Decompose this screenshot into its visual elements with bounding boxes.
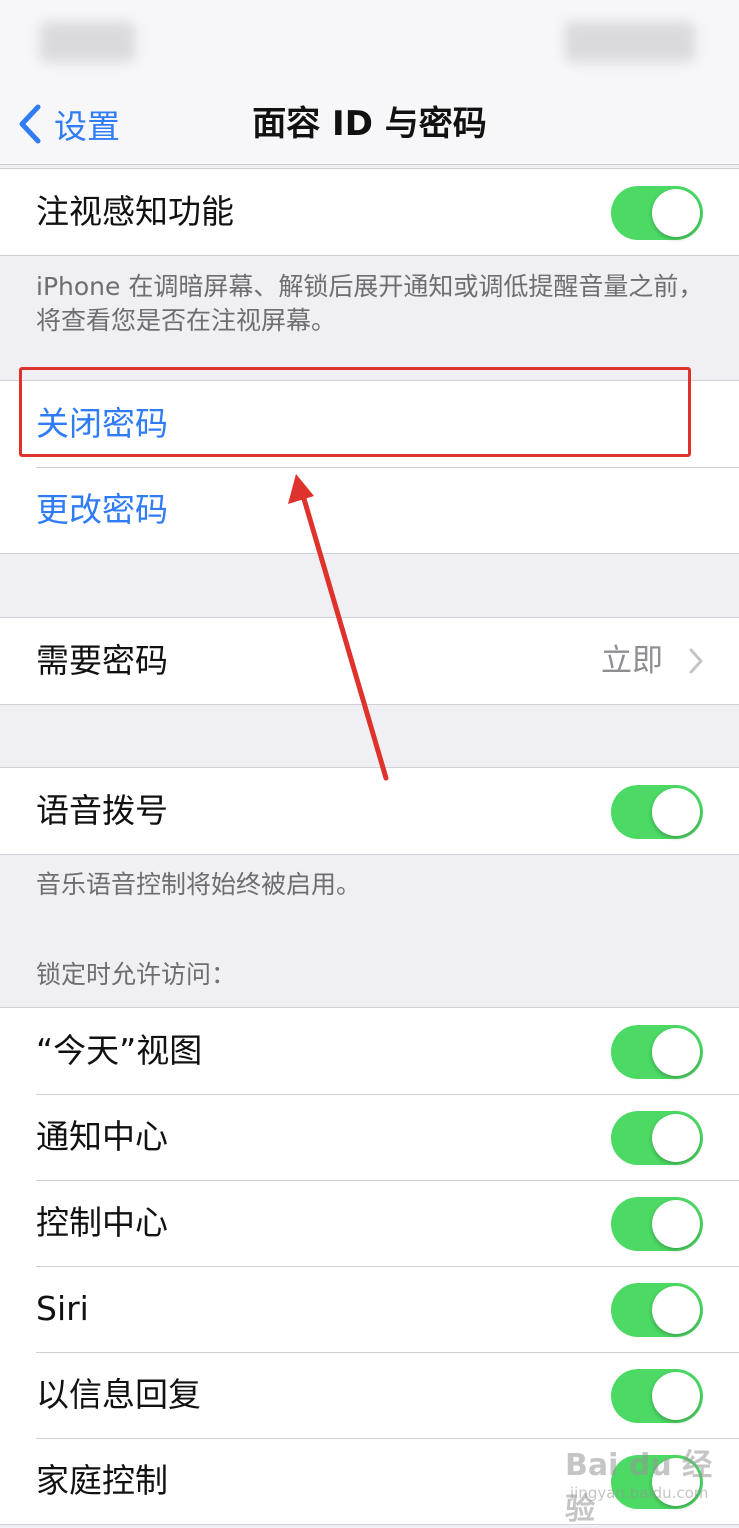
change-passcode-link[interactable]: 更改密码 — [36, 467, 168, 553]
status-bar — [0, 0, 739, 82]
voice-dial-group: 语音拨号 — [0, 767, 739, 855]
control-center-toggle[interactable] — [611, 1197, 703, 1251]
attention-aware-row: 注视感知功能 — [0, 169, 739, 255]
voice-dial-row: 语音拨号 — [0, 768, 739, 854]
voice-dial-toggle[interactable] — [611, 785, 703, 839]
require-passcode-group: 需要密码 立即 — [0, 617, 739, 705]
chevron-right-icon — [689, 648, 703, 674]
annotation-highlight-box — [19, 367, 691, 457]
navigation-bar: 设置 面容 ID 与密码 — [0, 82, 739, 165]
locked-access-label: 通知中心 — [36, 1117, 168, 1156]
locked-access-label: 控制中心 — [36, 1203, 168, 1242]
require-passcode-value: 立即 — [601, 643, 663, 679]
attention-aware-label: 注视感知功能 — [36, 192, 234, 231]
voice-dial-footer: 音乐语音控制将始终被启用。 — [36, 870, 362, 899]
locked-access-row: 通知中心 — [0, 1094, 739, 1180]
reply-with-message-toggle[interactable] — [611, 1369, 703, 1423]
attention-aware-toggle[interactable] — [611, 186, 703, 240]
watermark-url: jingyan.baidu.com — [570, 1484, 709, 1502]
locked-access-label: “今天”视图 — [36, 1031, 203, 1070]
require-passcode-label: 需要密码 — [36, 641, 168, 680]
notification-center-toggle[interactable] — [611, 1111, 703, 1165]
locked-access-row: “今天”视图 — [0, 1008, 739, 1094]
locked-access-row: 以信息回复 — [0, 1352, 739, 1438]
locked-access-row: 控制中心 — [0, 1180, 739, 1266]
attention-footer: iPhone 在调暗屏幕、解锁后展开通知或调低提醒音量之前，将查看您是否在注视屏… — [36, 272, 704, 335]
voice-dial-label: 语音拨号 — [36, 791, 168, 830]
page-title: 面容 ID 与密码 — [252, 104, 487, 144]
attention-group: 注视感知功能 — [0, 168, 739, 256]
locked-access-label: 家庭控制 — [36, 1461, 168, 1500]
today-view-toggle[interactable] — [611, 1025, 703, 1079]
blurred-time — [40, 22, 135, 62]
locked-access-row: Siri — [0, 1266, 739, 1352]
change-passcode-row[interactable]: 更改密码 — [0, 467, 739, 553]
locked-access-label: 以信息回复 — [36, 1375, 201, 1414]
locked-access-header: 锁定时允许访问： — [36, 960, 237, 989]
locked-access-label: Siri — [36, 1289, 89, 1328]
blurred-status-icons — [565, 22, 695, 62]
siri-toggle[interactable] — [611, 1283, 703, 1337]
require-passcode-row[interactable]: 需要密码 立即 — [0, 618, 739, 704]
